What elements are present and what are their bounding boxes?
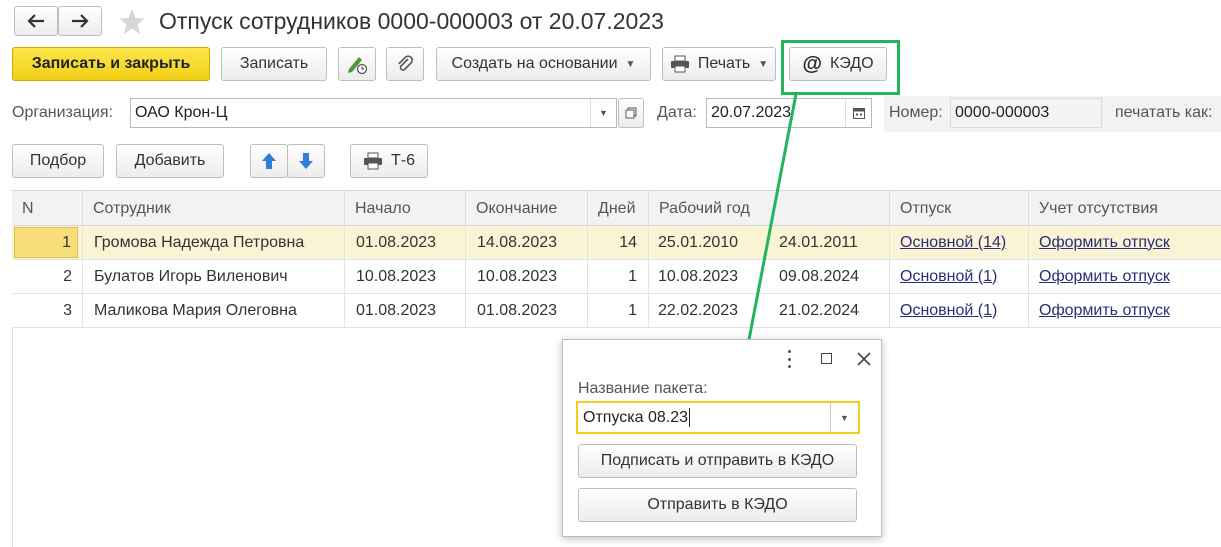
year-from-cell: 22.02.2023	[658, 301, 739, 319]
row-number-cell: 1	[14, 227, 78, 258]
sign-and-send-button[interactable]: Подписать и отправить в КЭДО	[578, 444, 857, 478]
table-row[interactable]: 2 Булатов Игорь Виленович 10.08.2023 10.…	[12, 260, 1221, 294]
absence-link[interactable]: Оформить отпуск	[1039, 260, 1170, 293]
move-up-button[interactable]	[250, 144, 288, 178]
organization-field[interactable]: ОАО Крон-Ц ▼	[130, 98, 617, 128]
at-sign-icon: @	[802, 52, 822, 75]
vacation-link[interactable]: Основной (1)	[900, 260, 997, 293]
save-and-close-button[interactable]: Записать и закрыть	[12, 47, 210, 81]
send-button[interactable]: Отправить в КЭДО	[578, 488, 857, 522]
table-row[interactable]: 1 Громова Надежда Петровна 01.08.2023 14…	[12, 226, 1221, 260]
days-cell: 1	[628, 267, 637, 285]
arrow-up-icon	[262, 153, 276, 169]
header-n[interactable]: N	[12, 191, 82, 226]
header-start[interactable]: Начало	[344, 191, 465, 226]
days-cell: 14	[619, 233, 637, 251]
end-cell: 10.08.2023	[477, 267, 558, 285]
year-from-cell: 10.08.2023	[658, 267, 739, 285]
number-field[interactable]: 0000-000003	[950, 98, 1102, 128]
caret-down-icon: ▼	[625, 58, 636, 70]
star-icon[interactable]	[118, 8, 146, 35]
move-down-button[interactable]	[287, 144, 325, 178]
pen-clock-icon	[348, 57, 368, 75]
attach-button[interactable]	[386, 47, 424, 81]
number-value: 0000-000003	[955, 104, 1050, 121]
open-organization-button[interactable]	[618, 98, 644, 128]
kedo-button[interactable]: @ КЭДО	[789, 47, 887, 81]
forward-button[interactable]	[58, 6, 102, 36]
header-absence[interactable]: Учет отсутствия	[1028, 191, 1221, 226]
save-button[interactable]: Записать	[221, 47, 327, 81]
create-based-on-label: Создать на основании	[451, 55, 618, 72]
dropdown-arrow-icon[interactable]: ▼	[590, 99, 616, 127]
header-vacation[interactable]: Отпуск	[889, 191, 1028, 226]
table-left-border	[12, 328, 13, 547]
text-cursor	[689, 408, 690, 427]
print-as-label: печатать как:	[1115, 104, 1213, 121]
table-header: N Сотрудник Начало Окончание Дней Рабочи…	[12, 190, 1221, 226]
edit-sign-button[interactable]	[338, 47, 376, 81]
employee-cell: Булатов Игорь Виленович	[94, 267, 288, 285]
vacation-link[interactable]: Основной (14)	[900, 226, 1006, 259]
absence-link[interactable]: Оформить отпуск	[1039, 226, 1170, 259]
paperclip-icon	[398, 55, 413, 71]
vacation-link[interactable]: Основной (1)	[900, 294, 997, 327]
package-name-value: Отпуска 08.23	[583, 408, 688, 426]
open-window-icon	[625, 107, 637, 119]
kedo-package-dialog: Название пакета: Отпуска 08.23 ▼ Подписа…	[562, 339, 882, 537]
arrow-down-icon	[299, 153, 313, 169]
print-button[interactable]: Печать ▼	[662, 47, 776, 81]
arrow-right-icon	[72, 14, 89, 28]
number-label: Номер:	[889, 104, 943, 121]
organization-label: Организация:	[12, 104, 113, 121]
close-icon[interactable]	[857, 352, 871, 366]
start-cell: 01.08.2023	[356, 233, 437, 251]
printer-icon	[670, 55, 689, 73]
maximize-icon[interactable]	[821, 353, 832, 364]
header-employee[interactable]: Сотрудник	[82, 191, 344, 226]
page-title: Отпуск сотрудников 0000-000003 от 20.07.…	[159, 8, 664, 34]
absence-link[interactable]: Оформить отпуск	[1039, 294, 1170, 327]
employee-cell: Громова Надежда Петровна	[94, 233, 305, 251]
create-based-on-button[interactable]: Создать на основании ▼	[436, 47, 651, 81]
package-name-label: Название пакета:	[578, 380, 708, 397]
calendar-icon[interactable]	[845, 99, 871, 127]
organization-value: ОАО Крон-Ц	[135, 104, 228, 121]
caret-down-icon: ▼	[758, 58, 769, 70]
row-number-cell: 2	[63, 267, 72, 285]
print-t6-label: Т-6	[391, 152, 415, 169]
back-button[interactable]	[14, 6, 58, 36]
more-options-icon[interactable]	[783, 350, 795, 368]
dropdown-arrow-icon[interactable]: ▼	[830, 403, 858, 432]
pick-button[interactable]: Подбор	[12, 144, 104, 178]
date-label: Дата:	[657, 104, 697, 121]
header-days[interactable]: Дней	[587, 191, 648, 226]
arrow-left-icon	[27, 14, 44, 28]
add-button[interactable]: Добавить	[116, 144, 224, 178]
row-number-cell: 3	[63, 301, 72, 319]
year-from-cell: 25.01.2010	[658, 233, 739, 251]
print-label: Печать	[697, 55, 751, 72]
end-cell: 01.08.2023	[477, 301, 558, 319]
header-end[interactable]: Окончание	[465, 191, 587, 226]
start-cell: 01.08.2023	[356, 301, 437, 319]
print-t6-button[interactable]: Т-6	[350, 144, 428, 178]
table-row[interactable]: 3 Маликова Мария Олеговна 01.08.2023 01.…	[12, 294, 1221, 328]
kedo-label: КЭДО	[829, 55, 874, 72]
package-name-input[interactable]: Отпуска 08.23 ▼	[576, 401, 860, 434]
days-cell: 1	[628, 301, 637, 319]
printer-icon	[364, 152, 382, 170]
end-cell: 14.08.2023	[477, 233, 558, 251]
start-cell: 10.08.2023	[356, 267, 437, 285]
employee-cell: Маликова Мария Олеговна	[94, 301, 297, 319]
